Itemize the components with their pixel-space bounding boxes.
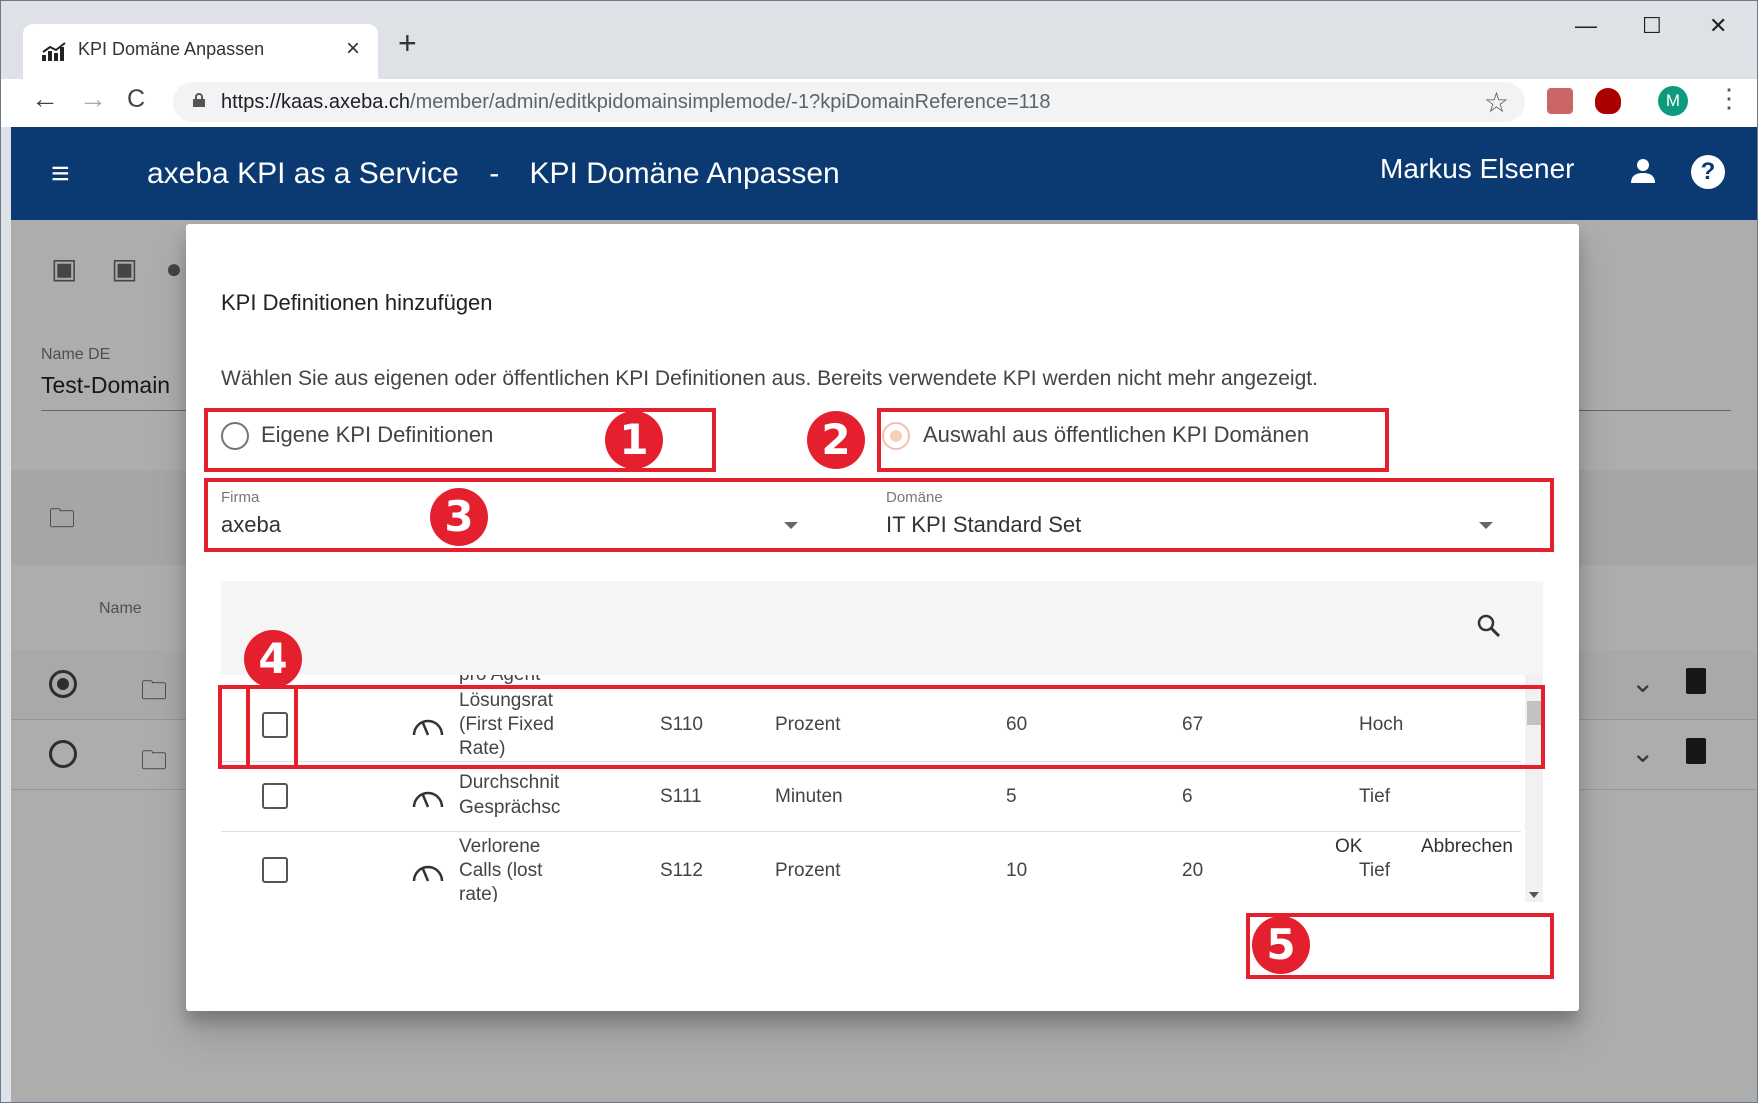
- back-icon[interactable]: ←: [31, 83, 59, 115]
- url-text: https://kaas.axeba.ch/member/admin/editk…: [221, 91, 1051, 114]
- gauge-icon: [412, 791, 444, 808]
- kpi-direction: Tief: [1359, 786, 1390, 807]
- annotation-box-2: [877, 408, 1389, 472]
- help-icon[interactable]: ?: [1691, 155, 1725, 189]
- kpi-name-line: Calls (lost: [459, 860, 543, 881]
- ublock-extension-icon[interactable]: [1595, 88, 1621, 114]
- table-row[interactable]: Verlorene Calls (lost rate) S112 Prozent…: [221, 832, 1521, 902]
- kpi-unit: Minuten: [775, 786, 843, 807]
- annotation-badge-5: 5: [1252, 916, 1310, 974]
- tab-title: KPI Domäne Anpassen: [78, 39, 265, 59]
- annotation-badge-4: 4: [244, 630, 302, 688]
- gauge-icon: [412, 865, 444, 882]
- kpi-target: 5: [1006, 786, 1017, 807]
- hamburger-menu-icon[interactable]: ≡: [51, 155, 70, 192]
- annotation-box-4: [218, 685, 1545, 769]
- ok-button[interactable]: OK: [1335, 836, 1362, 858]
- kpi-code: S111: [660, 786, 702, 807]
- user-icon[interactable]: [1629, 157, 1657, 185]
- annotation-box-4-checkbox: [246, 685, 298, 769]
- title-separator: -: [489, 157, 500, 190]
- kpi-unit: Prozent: [775, 860, 841, 881]
- browser-toolbar: ← → C https://kaas.axeba.ch/member/admin…: [1, 79, 1757, 127]
- lock-icon: [193, 93, 205, 107]
- url-path: /member/admin/editkpidomainsimplemode/-1…: [410, 91, 1051, 113]
- pdf-extension-icon[interactable]: [1547, 88, 1573, 114]
- kpi-name-line: Gesprächsc: [459, 797, 561, 818]
- forward-icon[interactable]: →: [79, 83, 107, 115]
- annotation-badge-3: 3: [430, 488, 488, 546]
- scroll-down-arrow-icon[interactable]: [1529, 892, 1539, 898]
- new-tab-button[interactable]: +: [398, 25, 417, 62]
- browser-menu-icon[interactable]: ⋮: [1716, 83, 1742, 114]
- annotation-badge-2: 2: [807, 411, 865, 469]
- close-window-button[interactable]: ✕: [1709, 13, 1727, 39]
- browser-window: KPI Domäne Anpassen × + — ☐ ✕ ← → C http…: [0, 0, 1758, 1103]
- dialog-title: KPI Definitionen hinzufügen: [221, 290, 493, 315]
- kpi-direction: Tief: [1359, 860, 1390, 881]
- row-checkbox[interactable]: [262, 857, 288, 883]
- kpi-limit: 20: [1182, 860, 1204, 881]
- kpi-target: 10: [1006, 860, 1028, 881]
- cancel-button[interactable]: Abbrechen: [1421, 836, 1513, 858]
- tab-close-icon[interactable]: ×: [346, 35, 360, 63]
- browser-tab[interactable]: KPI Domäne Anpassen ×: [23, 24, 378, 79]
- url-host: https://kaas.axeba.ch: [221, 91, 411, 113]
- kpi-name-line: Verlorene: [459, 836, 541, 857]
- app-header: ≡ axeba KPI as a Service - KPI Domäne An…: [11, 127, 1757, 220]
- kpi-name-line: Durchschnit: [459, 772, 560, 793]
- table-row[interactable]: Durchschnit Gesprächsc S111 Minuten 5 6 …: [221, 762, 1521, 832]
- table-toolbar: [221, 581, 1543, 675]
- annotation-badge-1: 1: [605, 411, 663, 469]
- add-kpi-dialog: KPI Definitionen hinzufügen Wählen Sie a…: [186, 224, 1579, 1011]
- app-name: axeba KPI as a Service: [147, 157, 459, 190]
- kpi-limit: 6: [1182, 786, 1193, 807]
- address-bar[interactable]: https://kaas.axeba.ch/member/admin/editk…: [173, 82, 1525, 122]
- user-name: Markus Elsener: [1380, 153, 1575, 184]
- chart-favicon-icon: [42, 42, 66, 61]
- dialog-description: Wählen Sie aus eigenen oder öffentlichen…: [221, 367, 1318, 390]
- app-title: axeba KPI as a Service - KPI Domäne Anpa…: [147, 157, 862, 191]
- page-title: KPI Domäne Anpassen: [529, 157, 840, 190]
- bookmark-star-icon[interactable]: ☆: [1484, 86, 1509, 119]
- search-icon[interactable]: [1477, 614, 1501, 638]
- minimize-button[interactable]: —: [1575, 13, 1597, 39]
- tab-strip: KPI Domäne Anpassen × + — ☐ ✕: [1, 1, 1757, 79]
- profile-avatar[interactable]: M: [1658, 86, 1688, 116]
- row-checkbox[interactable]: [262, 783, 288, 809]
- kpi-name-line: rate): [459, 884, 499, 902]
- reload-icon[interactable]: C: [127, 85, 145, 114]
- kpi-code: S112: [660, 860, 703, 881]
- maximize-button[interactable]: ☐: [1642, 13, 1662, 39]
- annotation-box-3: [204, 478, 1554, 552]
